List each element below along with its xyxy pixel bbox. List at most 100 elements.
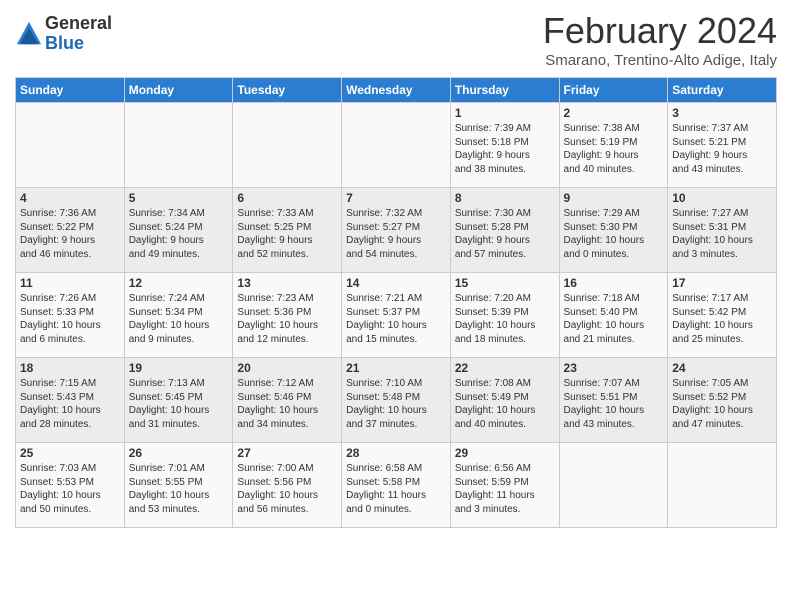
day-number: 17 bbox=[672, 276, 772, 290]
calendar-cell: 25 Sunrise: 7:03 AM Sunset: 5:53 PM Dayli… bbox=[16, 443, 125, 528]
day-info: Sunrise: 7:17 AM Sunset: 5:42 PM Dayligh… bbox=[672, 292, 772, 346]
calendar-cell: 21 Sunrise: 7:10 AM Sunset: 5:48 PM Dayli… bbox=[342, 358, 451, 443]
day-info: Sunrise: 7:33 AM Sunset: 5:25 PM Dayligh… bbox=[237, 207, 337, 261]
day-number: 1 bbox=[455, 106, 555, 120]
calendar-cell bbox=[668, 443, 777, 528]
logo: General Blue bbox=[15, 14, 112, 54]
calendar-cell: 24 Sunrise: 7:05 AM Sunset: 5:52 PM Dayli… bbox=[668, 358, 777, 443]
calendar-cell: 16 Sunrise: 7:18 AM Sunset: 5:40 PM Dayli… bbox=[559, 273, 668, 358]
day-info: Sunrise: 7:13 AM Sunset: 5:45 PM Dayligh… bbox=[129, 377, 229, 431]
day-number: 22 bbox=[455, 361, 555, 375]
calendar-header: Sunday Monday Tuesday Wednesday Thursday… bbox=[16, 78, 777, 103]
day-info: Sunrise: 7:38 AM Sunset: 5:19 PM Dayligh… bbox=[564, 122, 664, 176]
calendar-cell: 3Sunrise: 7:37 AM Sunset: 5:21 PM Daylig… bbox=[668, 103, 777, 188]
day-number: 29 bbox=[455, 446, 555, 460]
calendar-cell: 8Sunrise: 7:30 AM Sunset: 5:28 PM Daylig… bbox=[450, 188, 559, 273]
day-number: 21 bbox=[346, 361, 446, 375]
day-info: Sunrise: 7:03 AM Sunset: 5:53 PM Dayligh… bbox=[20, 462, 120, 516]
header-wednesday: Wednesday bbox=[342, 78, 451, 103]
day-info: Sunrise: 7:10 AM Sunset: 5:48 PM Dayligh… bbox=[346, 377, 446, 431]
day-number: 6 bbox=[237, 191, 337, 205]
calendar-cell: 29Sunrise: 6:56 AM Sunset: 5:59 PM Dayli… bbox=[450, 443, 559, 528]
day-number: 15 bbox=[455, 276, 555, 290]
calendar-cell: 17 Sunrise: 7:17 AM Sunset: 5:42 PM Dayli… bbox=[668, 273, 777, 358]
day-info: Sunrise: 7:18 AM Sunset: 5:40 PM Dayligh… bbox=[564, 292, 664, 346]
calendar-cell: 23 Sunrise: 7:07 AM Sunset: 5:51 PM Dayli… bbox=[559, 358, 668, 443]
calendar-cell: 4Sunrise: 7:36 AM Sunset: 5:22 PM Daylig… bbox=[16, 188, 125, 273]
day-number: 19 bbox=[129, 361, 229, 375]
day-info: Sunrise: 7:15 AM Sunset: 5:43 PM Dayligh… bbox=[20, 377, 120, 431]
calendar-cell bbox=[124, 103, 233, 188]
day-info: Sunrise: 7:07 AM Sunset: 5:51 PM Dayligh… bbox=[564, 377, 664, 431]
day-number: 8 bbox=[455, 191, 555, 205]
logo-text: General Blue bbox=[45, 14, 112, 54]
calendar-cell: 26 Sunrise: 7:01 AM Sunset: 5:55 PM Dayli… bbox=[124, 443, 233, 528]
day-number: 4 bbox=[20, 191, 120, 205]
logo-icon bbox=[15, 20, 43, 48]
day-info: Sunrise: 7:23 AM Sunset: 5:36 PM Dayligh… bbox=[237, 292, 337, 346]
month-title: February 2024 bbox=[543, 10, 777, 52]
header-monday: Monday bbox=[124, 78, 233, 103]
day-number: 25 bbox=[20, 446, 120, 460]
header-area: General Blue February 2024 Smarano, Tren… bbox=[15, 10, 777, 69]
header-sunday: Sunday bbox=[16, 78, 125, 103]
calendar-cell: 5 Sunrise: 7:34 AM Sunset: 5:24 PM Daylig… bbox=[124, 188, 233, 273]
location-title: Smarano, Trentino-Alto Adige, Italy bbox=[543, 52, 777, 69]
day-number: 16 bbox=[564, 276, 664, 290]
logo-blue: Blue bbox=[45, 34, 112, 54]
logo-general: General bbox=[45, 14, 112, 34]
day-number: 24 bbox=[672, 361, 772, 375]
calendar-cell: 20Sunrise: 7:12 AM Sunset: 5:46 PM Dayli… bbox=[233, 358, 342, 443]
calendar-cell bbox=[16, 103, 125, 188]
calendar-cell: 10Sunrise: 7:27 AM Sunset: 5:31 PM Dayli… bbox=[668, 188, 777, 273]
day-info: Sunrise: 7:12 AM Sunset: 5:46 PM Dayligh… bbox=[237, 377, 337, 431]
day-info: Sunrise: 7:21 AM Sunset: 5:37 PM Dayligh… bbox=[346, 292, 446, 346]
calendar-cell: 11Sunrise: 7:26 AM Sunset: 5:33 PM Dayli… bbox=[16, 273, 125, 358]
calendar-cell: 9 Sunrise: 7:29 AM Sunset: 5:30 PM Daylig… bbox=[559, 188, 668, 273]
calendar-cell: 15 Sunrise: 7:20 AM Sunset: 5:39 PM Dayli… bbox=[450, 273, 559, 358]
day-number: 26 bbox=[129, 446, 229, 460]
calendar-week-5: 25 Sunrise: 7:03 AM Sunset: 5:53 PM Dayli… bbox=[16, 443, 777, 528]
calendar-cell bbox=[342, 103, 451, 188]
header-row: Sunday Monday Tuesday Wednesday Thursday… bbox=[16, 78, 777, 103]
calendar-week-1: 1 Sunrise: 7:39 AM Sunset: 5:18 PM Daylig… bbox=[16, 103, 777, 188]
day-number: 28 bbox=[346, 446, 446, 460]
title-area: February 2024 Smarano, Trentino-Alto Adi… bbox=[543, 10, 777, 69]
day-number: 10 bbox=[672, 191, 772, 205]
calendar-cell: 7Sunrise: 7:32 AM Sunset: 5:27 PM Daylig… bbox=[342, 188, 451, 273]
day-number: 12 bbox=[129, 276, 229, 290]
calendar-cell bbox=[559, 443, 668, 528]
calendar-week-2: 4Sunrise: 7:36 AM Sunset: 5:22 PM Daylig… bbox=[16, 188, 777, 273]
calendar-cell: 22Sunrise: 7:08 AM Sunset: 5:49 PM Dayli… bbox=[450, 358, 559, 443]
day-info: Sunrise: 7:01 AM Sunset: 5:55 PM Dayligh… bbox=[129, 462, 229, 516]
calendar-cell: 28 Sunrise: 6:58 AM Sunset: 5:58 PM Dayli… bbox=[342, 443, 451, 528]
header-friday: Friday bbox=[559, 78, 668, 103]
day-info: Sunrise: 7:20 AM Sunset: 5:39 PM Dayligh… bbox=[455, 292, 555, 346]
calendar-table: Sunday Monday Tuesday Wednesday Thursday… bbox=[15, 77, 777, 528]
day-info: Sunrise: 7:05 AM Sunset: 5:52 PM Dayligh… bbox=[672, 377, 772, 431]
calendar-cell: 13 Sunrise: 7:23 AM Sunset: 5:36 PM Dayli… bbox=[233, 273, 342, 358]
day-number: 23 bbox=[564, 361, 664, 375]
header-tuesday: Tuesday bbox=[233, 78, 342, 103]
day-number: 9 bbox=[564, 191, 664, 205]
day-number: 11 bbox=[20, 276, 120, 290]
day-info: Sunrise: 7:39 AM Sunset: 5:18 PM Dayligh… bbox=[455, 122, 555, 176]
page-container: General Blue February 2024 Smarano, Tren… bbox=[0, 0, 792, 543]
day-number: 3 bbox=[672, 106, 772, 120]
calendar-cell: 18 Sunrise: 7:15 AM Sunset: 5:43 PM Dayli… bbox=[16, 358, 125, 443]
calendar-cell: 2Sunrise: 7:38 AM Sunset: 5:19 PM Daylig… bbox=[559, 103, 668, 188]
day-info: Sunrise: 7:29 AM Sunset: 5:30 PM Dayligh… bbox=[564, 207, 664, 261]
calendar-cell: 27Sunrise: 7:00 AM Sunset: 5:56 PM Dayli… bbox=[233, 443, 342, 528]
day-number: 14 bbox=[346, 276, 446, 290]
calendar-cell: 14 Sunrise: 7:21 AM Sunset: 5:37 PM Dayli… bbox=[342, 273, 451, 358]
day-number: 18 bbox=[20, 361, 120, 375]
calendar-body: 1 Sunrise: 7:39 AM Sunset: 5:18 PM Daylig… bbox=[16, 103, 777, 528]
day-info: Sunrise: 6:58 AM Sunset: 5:58 PM Dayligh… bbox=[346, 462, 446, 516]
day-info: Sunrise: 7:34 AM Sunset: 5:24 PM Dayligh… bbox=[129, 207, 229, 261]
day-number: 7 bbox=[346, 191, 446, 205]
day-number: 13 bbox=[237, 276, 337, 290]
calendar-cell: 19 Sunrise: 7:13 AM Sunset: 5:45 PM Dayli… bbox=[124, 358, 233, 443]
day-number: 5 bbox=[129, 191, 229, 205]
calendar-cell: 12Sunrise: 7:24 AM Sunset: 5:34 PM Dayli… bbox=[124, 273, 233, 358]
calendar-cell: 6 Sunrise: 7:33 AM Sunset: 5:25 PM Daylig… bbox=[233, 188, 342, 273]
